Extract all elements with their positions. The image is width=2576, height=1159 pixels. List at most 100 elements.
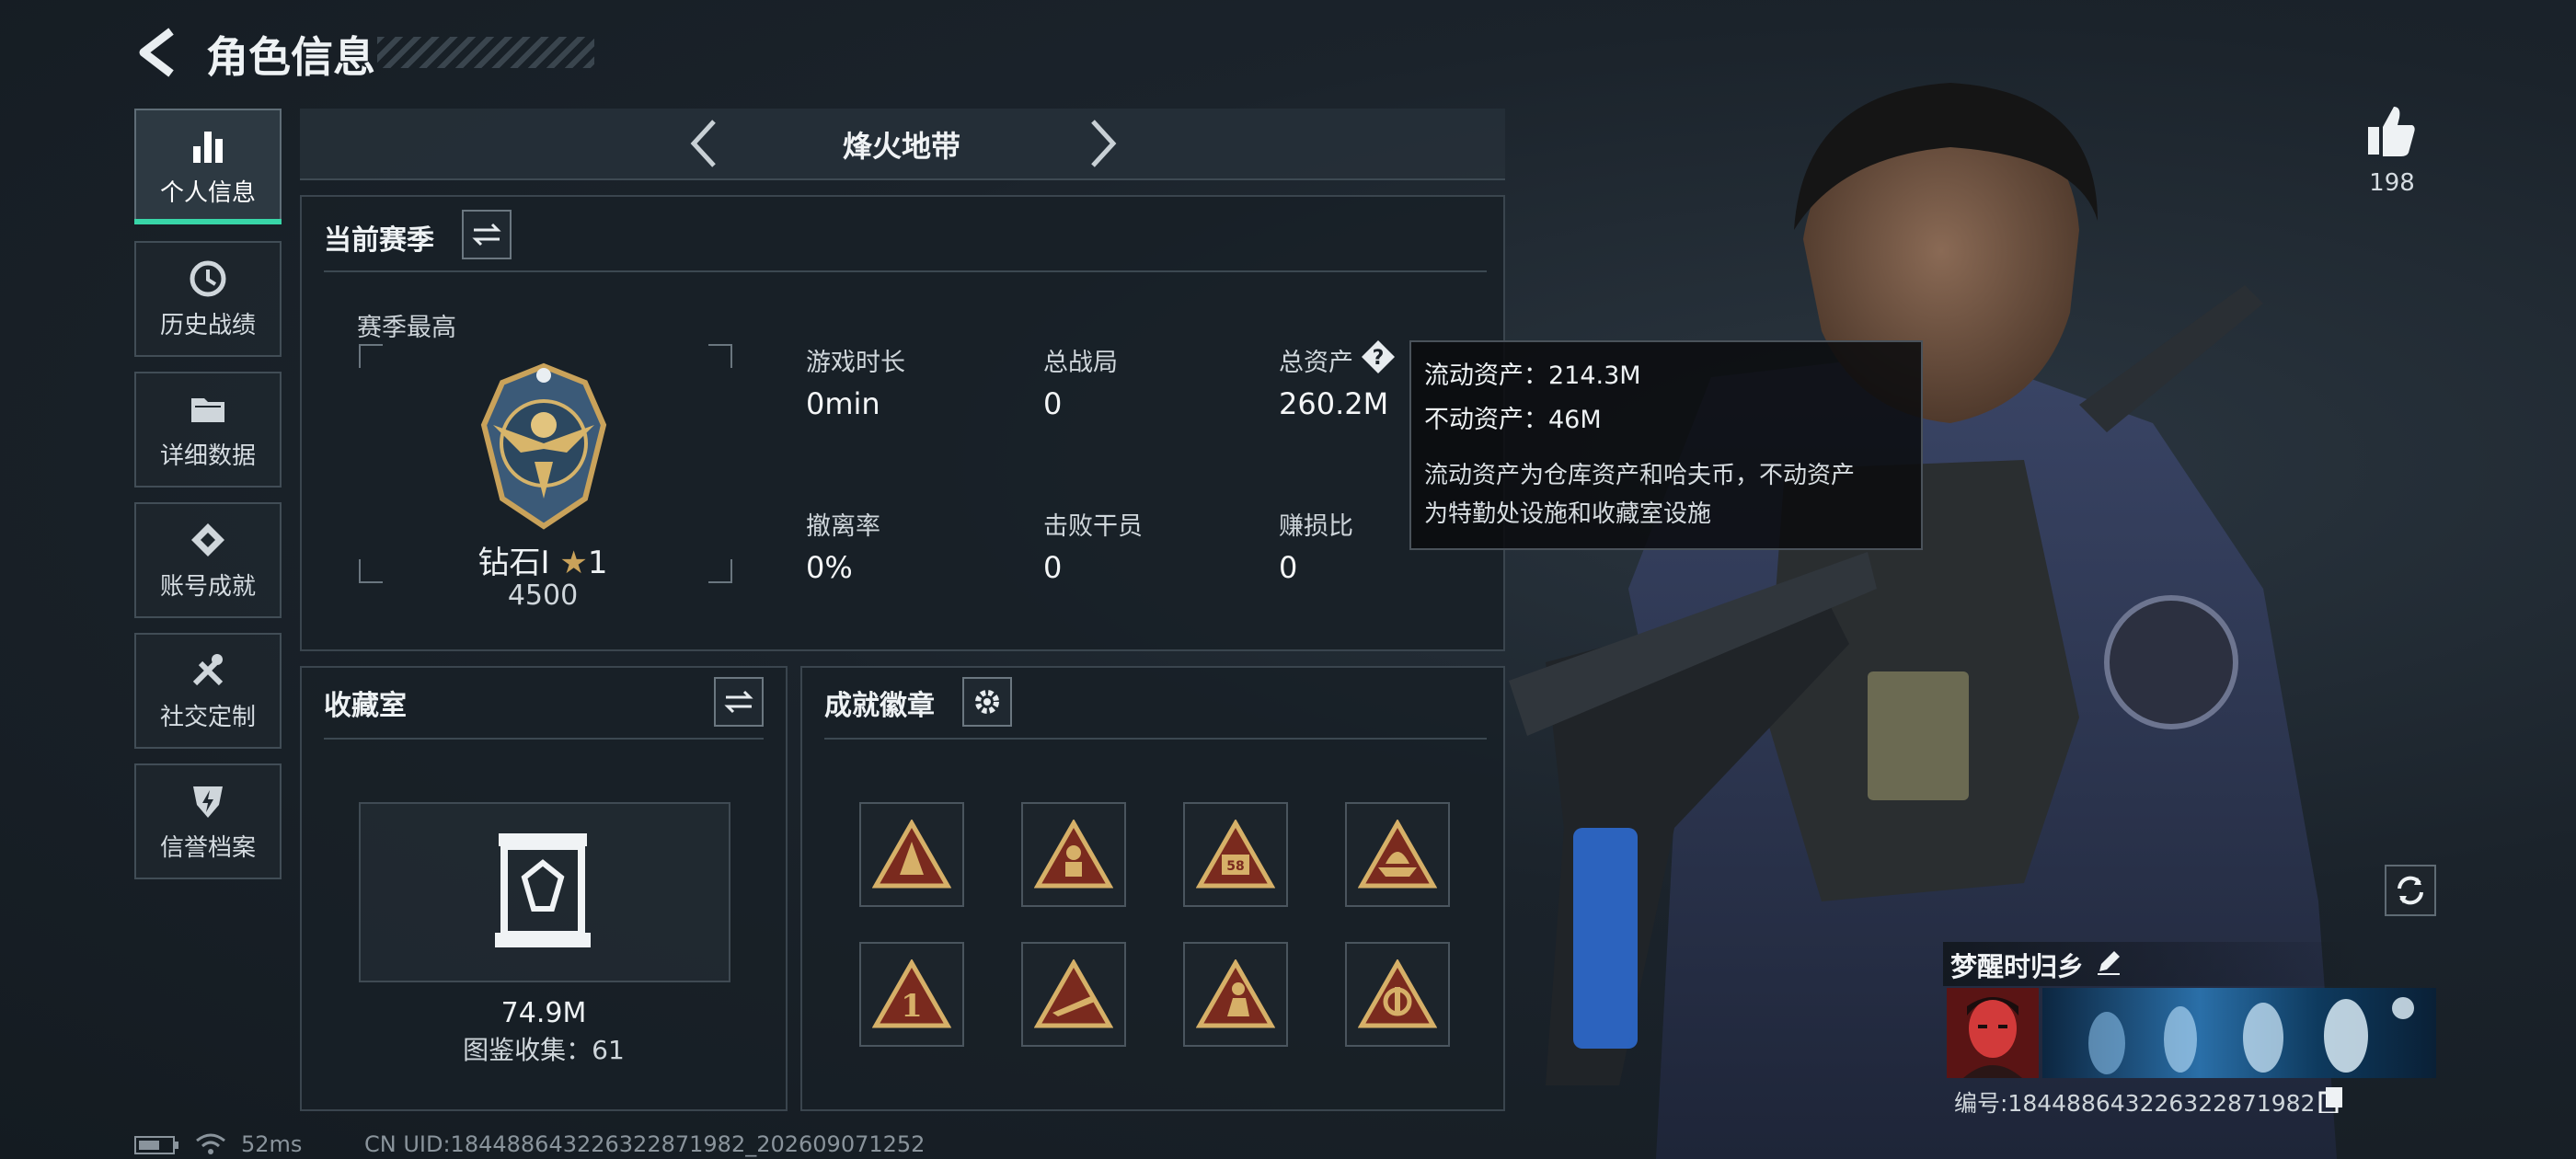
rank-emblem-icon bbox=[480, 362, 607, 530]
collection-value: 74.9M bbox=[500, 997, 587, 1029]
stat-value-total-assets: 260.2M bbox=[1279, 386, 1389, 421]
like-count: 198 bbox=[2369, 169, 2415, 197]
season-title: 当前赛季 bbox=[324, 224, 434, 257]
sidebar-item-achievements[interactable]: 账号成就 bbox=[134, 502, 282, 618]
sidebar-item-history[interactable]: 历史战绩 bbox=[134, 241, 282, 357]
svg-text:?: ? bbox=[1373, 347, 1385, 370]
sidebar-item-label: 详细数据 bbox=[159, 442, 256, 470]
sidebar-item-label: 信誉档案 bbox=[159, 833, 256, 862]
active-indicator bbox=[134, 219, 282, 224]
title-stripes bbox=[377, 37, 594, 68]
bar-chart-icon bbox=[193, 131, 223, 163]
swap-icon bbox=[472, 223, 501, 247]
stat-label-total-games: 总战局 bbox=[1043, 349, 1118, 377]
frame-corner bbox=[359, 559, 383, 583]
svg-text:58: 58 bbox=[1226, 859, 1244, 874]
like-button[interactable] bbox=[2366, 103, 2418, 158]
stat-label-playtime: 游戏时长 bbox=[806, 349, 905, 377]
star-icon: ★ bbox=[559, 545, 588, 581]
stat-value-kills: 0 bbox=[1043, 550, 1063, 585]
frame-corner bbox=[708, 344, 732, 368]
stat-label-total-assets: 总资产 bbox=[1279, 349, 1353, 377]
chevron-left-icon bbox=[690, 120, 716, 167]
refresh-icon bbox=[2398, 876, 2423, 905]
badge-prone-icon bbox=[1034, 959, 1113, 1028]
sidebar-item-details[interactable]: 详细数据 bbox=[134, 372, 282, 488]
tooltip-description-1: 流动资产为仓库资产和哈夫币，不动资产 bbox=[1424, 462, 1856, 489]
profile-name: 梦醒时归乡 bbox=[1950, 951, 2085, 982]
achievement-badge[interactable] bbox=[1021, 942, 1126, 1047]
chevron-right-icon bbox=[1091, 120, 1117, 167]
assets-help-button[interactable]: ? bbox=[1360, 339, 1397, 375]
back-arrow-icon bbox=[139, 28, 174, 77]
mode-prev-button[interactable] bbox=[681, 116, 727, 171]
badge-soldier-icon bbox=[1034, 820, 1113, 889]
rank-name: 钻石I ★1 bbox=[432, 537, 653, 582]
season-switch-button[interactable] bbox=[462, 210, 512, 259]
battery-icon bbox=[134, 1136, 178, 1154]
achievement-icon bbox=[191, 522, 224, 557]
stat-value-profit-ratio: 0 bbox=[1279, 550, 1298, 585]
profile-id: 编号:184488643226322871982 bbox=[1954, 1090, 2316, 1117]
assets-tooltip: 流动资产：214.3M 不动资产：46M 流动资产为仓库资产和哈夫币，不动资产 … bbox=[1409, 340, 1923, 550]
achievements-title: 成就徽章 bbox=[824, 690, 935, 722]
tooltip-description-2: 为特勤处设施和收藏室设施 bbox=[1424, 500, 1712, 528]
mode-next-button[interactable] bbox=[1080, 116, 1126, 171]
season-best-label: 赛季最高 bbox=[357, 314, 456, 342]
copy-id-button[interactable] bbox=[2318, 1085, 2344, 1115]
collection-switch-button[interactable] bbox=[714, 677, 764, 727]
sidebar-item-social[interactable]: 社交定制 bbox=[134, 633, 282, 749]
achievement-badge[interactable] bbox=[1183, 942, 1288, 1047]
swap-icon bbox=[724, 690, 753, 714]
edit-name-button[interactable] bbox=[2094, 947, 2123, 977]
badge-58-icon: 58 bbox=[1196, 820, 1275, 889]
copy-icon bbox=[2318, 1087, 2342, 1115]
badge-cone-icon bbox=[872, 820, 951, 889]
badge-cross-icon bbox=[1358, 959, 1437, 1028]
achievement-badge[interactable]: 58 bbox=[1183, 802, 1288, 907]
stat-label-kills: 击败干员 bbox=[1043, 512, 1143, 541]
achievements-settings-button[interactable] bbox=[962, 677, 1012, 727]
sidebar-item-personal-info[interactable]: 个人信息 bbox=[134, 109, 282, 224]
wifi-icon bbox=[196, 1133, 225, 1154]
shield-bolt-icon bbox=[193, 786, 223, 818]
sidebar-item-credit[interactable]: 信誉档案 bbox=[134, 763, 282, 879]
achievement-badge[interactable] bbox=[859, 802, 964, 907]
svg-text:1: 1 bbox=[901, 988, 923, 1025]
frame-corner bbox=[359, 344, 383, 368]
back-button[interactable] bbox=[134, 26, 180, 79]
stat-label-extract-rate: 撤离率 bbox=[806, 512, 880, 541]
achievement-badge[interactable] bbox=[1345, 802, 1450, 907]
avatar-face-icon bbox=[1947, 988, 2039, 1078]
badge-kneel-icon bbox=[1196, 959, 1275, 1028]
clock-icon bbox=[190, 260, 226, 296]
gear-icon bbox=[975, 690, 999, 714]
stat-value-extract-rate: 0% bbox=[806, 550, 853, 585]
sidebar-item-label: 历史战绩 bbox=[159, 311, 256, 339]
uid-label: CN UID:184488643226322871982_20260907125… bbox=[364, 1131, 926, 1157]
badge-boat-icon bbox=[1358, 820, 1437, 889]
collection-title: 收藏室 bbox=[324, 690, 407, 722]
sidebar-item-label: 账号成就 bbox=[159, 572, 256, 601]
question-icon: ? bbox=[1362, 340, 1395, 373]
banner-art-icon bbox=[2088, 997, 2414, 1074]
rank-name-text: 钻石I bbox=[477, 545, 550, 581]
rank-score: 4500 bbox=[507, 580, 579, 612]
tooltip-fixed-assets: 不动资产：46M bbox=[1424, 406, 1602, 434]
avatar[interactable] bbox=[1947, 988, 2039, 1078]
achievement-badge[interactable] bbox=[1345, 942, 1450, 1047]
display-case-icon bbox=[495, 833, 591, 947]
tooltip-liquid-assets: 流动资产：214.3M bbox=[1424, 361, 1641, 390]
season-divider bbox=[324, 270, 1487, 272]
achievement-badge[interactable] bbox=[1021, 802, 1126, 907]
badge-number-one-icon: 1 bbox=[872, 959, 951, 1028]
refresh-button[interactable] bbox=[2385, 865, 2436, 916]
profile-banner[interactable] bbox=[2042, 988, 2436, 1078]
pencil-icon bbox=[2098, 951, 2120, 975]
collection-divider bbox=[324, 738, 764, 740]
folder-icon bbox=[191, 397, 224, 422]
achievement-badge[interactable]: 1 bbox=[859, 942, 964, 1047]
stat-value-total-games: 0 bbox=[1043, 386, 1063, 421]
collection-count: 图鉴收集：61 bbox=[463, 1035, 625, 1065]
sidebar-item-label: 社交定制 bbox=[159, 703, 256, 731]
